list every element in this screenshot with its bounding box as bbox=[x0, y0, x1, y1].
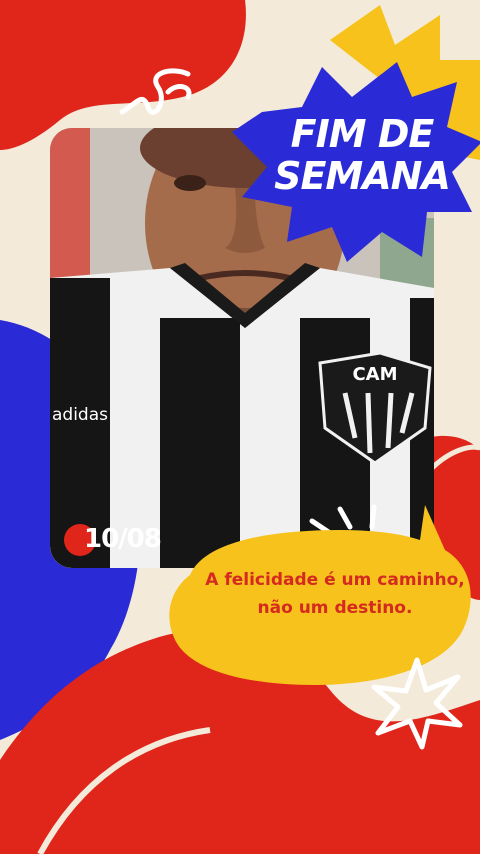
quote-line-2: não um destino. bbox=[257, 598, 413, 618]
headline-line-2: SEMANA bbox=[274, 154, 451, 198]
story-canvas: CAM adidas FIM DE SEMANA 10/08 A felicid… bbox=[0, 0, 480, 854]
swirl-doodle-icon bbox=[119, 68, 192, 115]
quote-text: A felicidade é um caminho, não um destin… bbox=[195, 566, 475, 622]
date-label: 10/08 bbox=[84, 524, 162, 554]
star-outline-icon bbox=[371, 657, 463, 750]
crest-text: CAM bbox=[352, 364, 397, 385]
headline-line-1: FIM DE bbox=[290, 112, 435, 156]
headline-title: FIM DE SEMANA bbox=[262, 115, 462, 195]
brand-text: adidas bbox=[52, 405, 108, 425]
quote-line-1: A felicidade é um caminho, bbox=[205, 570, 465, 590]
